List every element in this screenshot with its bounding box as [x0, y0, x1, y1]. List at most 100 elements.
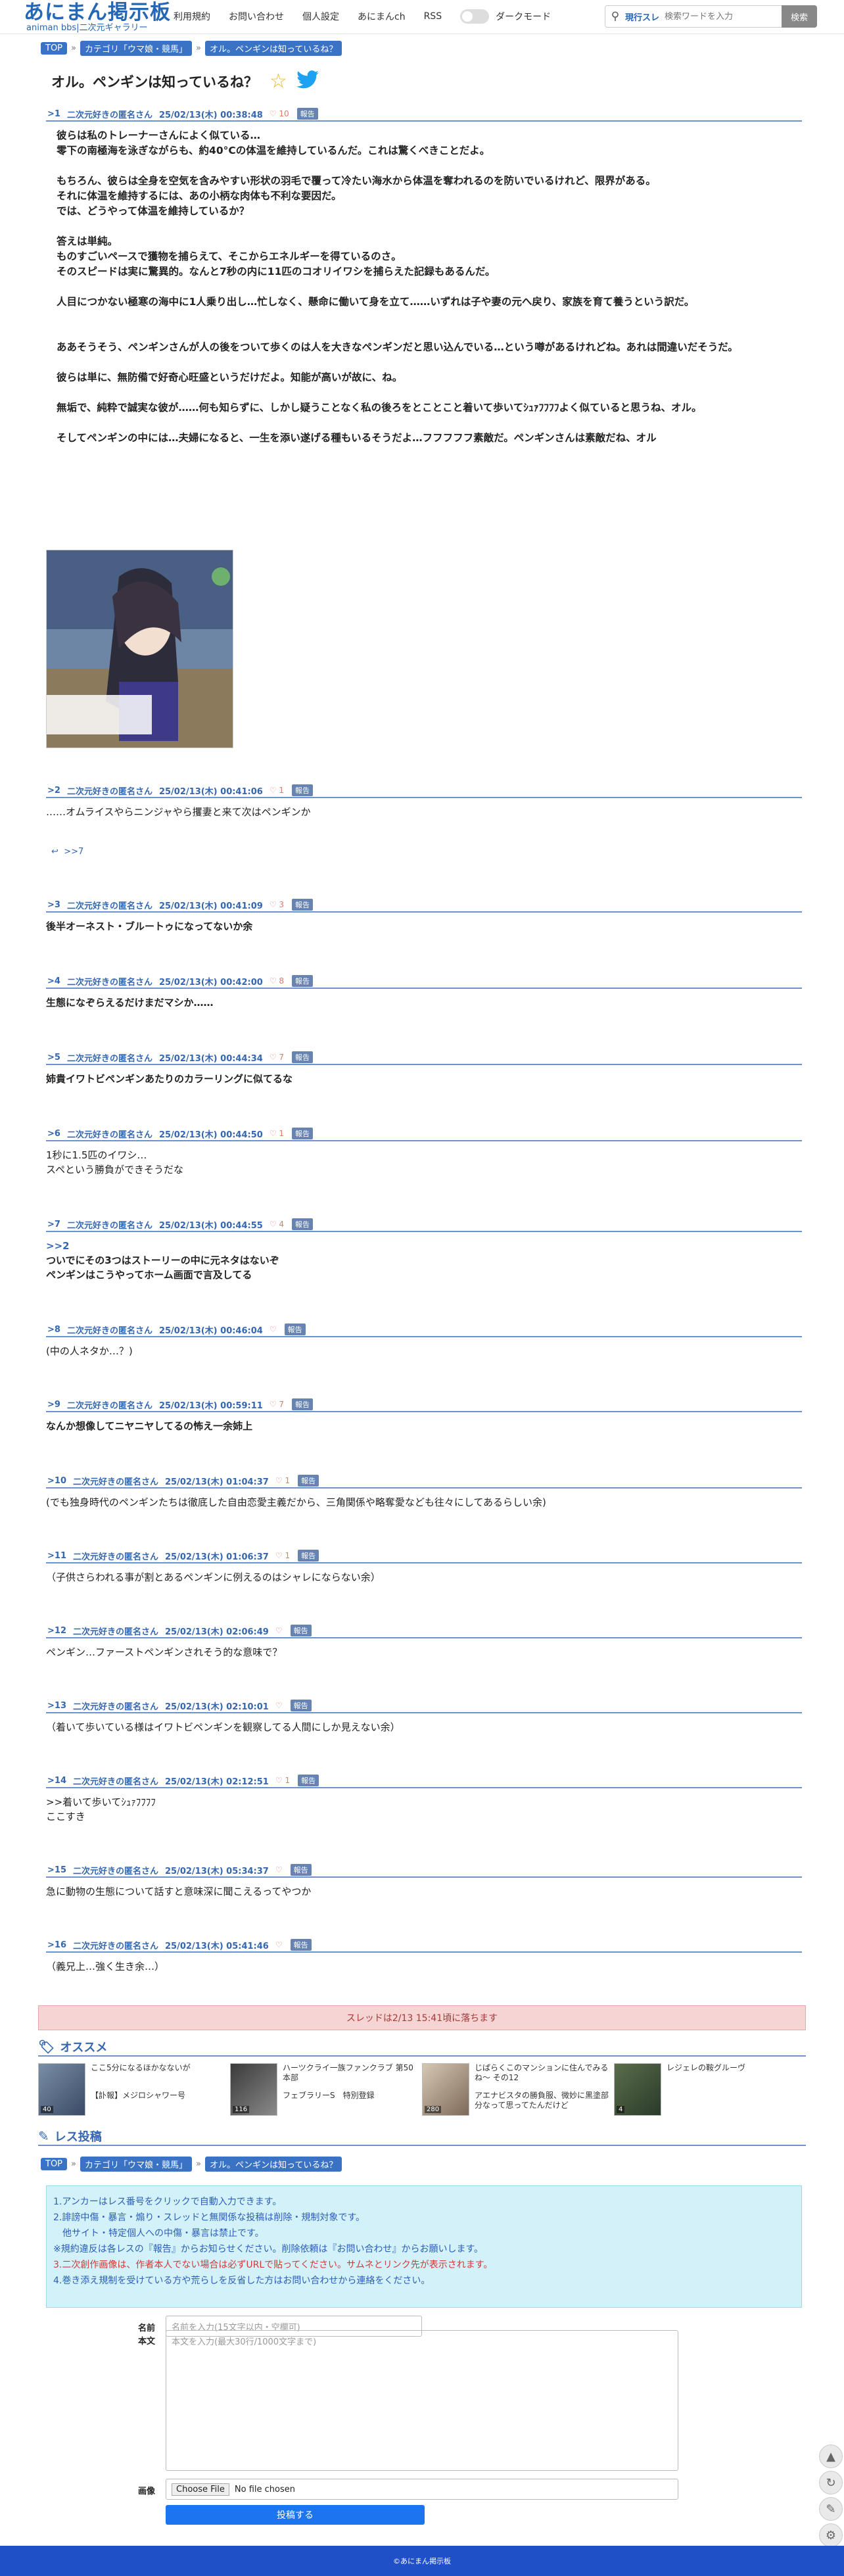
- search-input[interactable]: [665, 11, 777, 22]
- file-input[interactable]: Choose File No file chosen: [166, 2479, 678, 2500]
- site-logo[interactable]: あにまん掲示板 animan bbs|二次元ギャラリー: [24, 1, 171, 33]
- settings-icon[interactable]: ⚙: [819, 2523, 843, 2547]
- report-button[interactable]: 報告: [296, 108, 318, 120]
- like-button[interactable]: ♡ 1: [275, 1551, 290, 1560]
- search-button[interactable]: 検索: [782, 5, 817, 28]
- nav-animanch[interactable]: あにまんch: [358, 10, 406, 23]
- reply-link[interactable]: ↩ >>7: [51, 847, 83, 857]
- like-button[interactable]: ♡ 10: [270, 109, 289, 118]
- breadcrumb-top[interactable]: TOP: [41, 2158, 68, 2170]
- like-button[interactable]: ♡ 1: [270, 1129, 284, 1138]
- post-date: 25/02/13(木) 02:06:49: [165, 1627, 269, 1637]
- anchor-link[interactable]: >>2: [46, 1239, 802, 1253]
- recommend-item[interactable]: 4 レジェレの鞍グルーヴ: [614, 2063, 805, 2116]
- like-button[interactable]: ♡ 4: [270, 1220, 284, 1229]
- nav-contact[interactable]: お問い合わせ: [229, 10, 284, 23]
- toggle-switch[interactable]: [460, 9, 490, 24]
- body-textarea[interactable]: 本文を入力(最大30行/1000文字まで): [166, 2330, 678, 2471]
- post-image[interactable]: [46, 550, 233, 748]
- like-button[interactable]: ♡ 1: [275, 1776, 290, 1785]
- post-number[interactable]: >10: [46, 1476, 66, 1486]
- dark-mode-toggle[interactable]: ダークモード: [460, 9, 551, 24]
- reload-icon[interactable]: ↻: [819, 2471, 843, 2494]
- poster-name: 二次元好きの匿名さん: [66, 1220, 152, 1231]
- top-nav: 利用規約 お問い合わせ 個人設定 あにまんch RSS ダークモード: [174, 9, 551, 24]
- report-button[interactable]: 報告: [292, 1051, 314, 1063]
- report-button[interactable]: 報告: [284, 1324, 306, 1335]
- report-button[interactable]: 報告: [290, 1625, 312, 1636]
- write-icon[interactable]: ✎: [819, 2497, 843, 2521]
- post-header: >16 二次元好きの匿名さん 25/02/13(木) 05:41:46 ♡ 報告: [46, 1938, 802, 1953]
- report-button[interactable]: 報告: [298, 1550, 319, 1562]
- nav-terms[interactable]: 利用規約: [174, 10, 210, 23]
- report-button[interactable]: 報告: [292, 899, 314, 911]
- like-button[interactable]: ♡: [275, 1701, 283, 1710]
- post-number[interactable]: >16: [46, 1940, 66, 1950]
- recommend-item[interactable]: 280 じぱらくこのマンションに住んでみるね～ その12 アエナビスタの勝負服、…: [422, 2063, 613, 2116]
- like-button[interactable]: ♡ 7: [270, 1400, 284, 1409]
- report-button[interactable]: 報告: [292, 1218, 314, 1230]
- post-number[interactable]: >1: [46, 109, 60, 119]
- post-number[interactable]: >7: [46, 1220, 60, 1229]
- breadcrumb-thread[interactable]: オル。ペンギンは知っているね？: [204, 41, 342, 56]
- nav-rss[interactable]: RSS: [424, 11, 442, 22]
- like-button[interactable]: ♡: [275, 1865, 283, 1874]
- post-number[interactable]: >3: [46, 900, 60, 910]
- post-number[interactable]: >14: [46, 1776, 66, 1786]
- reply-arrow-icon: ↩: [51, 847, 59, 857]
- report-button[interactable]: 報告: [290, 1864, 312, 1876]
- post-date: 25/02/13(木) 02:10:01: [165, 1702, 269, 1712]
- like-button[interactable]: ♡: [275, 1940, 283, 1949]
- like-button[interactable]: ♡ 1: [275, 1476, 290, 1485]
- nav-settings[interactable]: 個人設定: [302, 10, 339, 23]
- post-number[interactable]: >5: [46, 1053, 60, 1062]
- post-number[interactable]: >4: [46, 976, 60, 986]
- search-mode-select[interactable]: 現行スレ: [625, 11, 659, 23]
- like-button[interactable]: ♡: [270, 1325, 277, 1334]
- report-button[interactable]: 報告: [290, 1939, 312, 1951]
- report-button[interactable]: 報告: [298, 1775, 319, 1786]
- search-icon: ⚲: [611, 10, 620, 23]
- like-button[interactable]: ♡: [275, 1626, 283, 1635]
- poster-name: 二次元好きの匿名さん: [66, 110, 152, 120]
- post-body: 急に動物の生態について話すと意味深に聞こえるってやつか: [46, 1886, 312, 1897]
- like-button[interactable]: ♡ 1: [270, 786, 284, 795]
- post-number[interactable]: >8: [46, 1325, 60, 1335]
- choose-file-button[interactable]: Choose File: [172, 2483, 229, 2496]
- post-3: >3 二次元好きの匿名さん 25/02/13(木) 00:41:09 ♡ 3 報告 後半…: [46, 898, 802, 934]
- post-number[interactable]: >13: [46, 1701, 66, 1711]
- post-number[interactable]: >11: [46, 1551, 66, 1561]
- like-button[interactable]: ♡ 8: [270, 976, 284, 986]
- post-body: 生態になぞらえるだけまだマシか……: [46, 997, 214, 1009]
- breadcrumb-top[interactable]: TOP: [41, 42, 68, 55]
- post-number[interactable]: >12: [46, 1626, 66, 1636]
- post-number[interactable]: >2: [46, 786, 60, 796]
- poster-name: 二次元好きの匿名さん: [72, 1702, 158, 1712]
- report-button[interactable]: 報告: [292, 1128, 314, 1139]
- pencil-icon: ✎: [38, 2128, 49, 2144]
- report-button[interactable]: 報告: [290, 1700, 312, 1711]
- post-date: 25/02/13(木) 02:12:51: [165, 1777, 269, 1787]
- report-button[interactable]: 報告: [292, 784, 314, 796]
- post-number[interactable]: >9: [46, 1400, 60, 1410]
- breadcrumb-thread[interactable]: オル。ペンギンは知っているね？: [204, 2157, 342, 2172]
- breadcrumb-category[interactable]: カテゴリ「ウマ娘・競馬」: [80, 2157, 192, 2172]
- recommend-item[interactable]: 40 ここ5分になるほかなないが 【訃報】メジロシャワー号: [38, 2063, 229, 2116]
- scroll-top-icon[interactable]: ▲: [819, 2445, 843, 2468]
- like-button[interactable]: ♡ 7: [270, 1053, 284, 1062]
- post-number[interactable]: >15: [46, 1865, 66, 1875]
- post-2: >2 二次元好きの匿名さん 25/02/13(木) 00:41:06 ♡ 1 報…: [46, 784, 802, 819]
- submit-post-button[interactable]: 投稿する: [166, 2505, 425, 2525]
- favorite-star-icon[interactable]: ☆: [270, 70, 287, 93]
- recommend-item[interactable]: 116 ハーツクライ一族ファンクラブ 第50本部 フェブラリーS 特別登録: [230, 2063, 421, 2116]
- report-button[interactable]: 報告: [298, 1475, 319, 1487]
- like-button[interactable]: ♡ 3: [270, 900, 284, 909]
- report-button[interactable]: 報告: [292, 1398, 314, 1410]
- breadcrumb-category[interactable]: カテゴリ「ウマ娘・競馬」: [80, 41, 192, 56]
- recommend-heading: 🏷 オススメ: [38, 2039, 108, 2055]
- post-date: 25/02/13(木) 00:44:34: [158, 1053, 263, 1064]
- post-body: 姉貴イワトビペンギンあたりのカラーリングに似てるな: [46, 1073, 293, 1085]
- report-button[interactable]: 報告: [292, 975, 314, 987]
- twitter-share-icon[interactable]: [296, 70, 319, 92]
- post-number[interactable]: >6: [46, 1129, 60, 1139]
